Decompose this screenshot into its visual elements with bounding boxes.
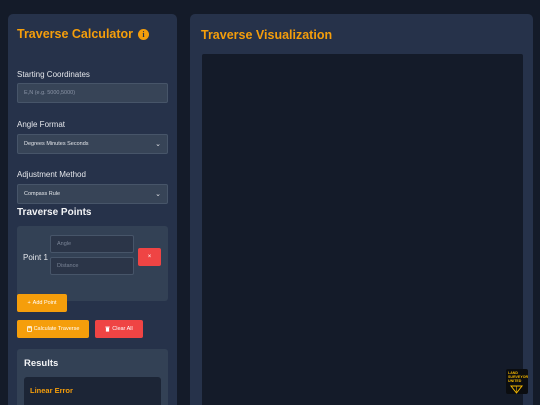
calculator-title: Traverse Calculator i (17, 27, 168, 42)
calculator-title-text: Traverse Calculator (17, 27, 134, 41)
clear-all-label: Clear All (112, 326, 133, 332)
calculate-traverse-button[interactable]: Calculate Traverse (17, 320, 89, 338)
linear-error-heading: Linear Error (30, 386, 73, 395)
angle-format-value: Degrees Minutes Seconds (24, 141, 89, 147)
adjustment-method-select[interactable]: Compass Rule ⌄ (17, 184, 168, 204)
point-label: Point 1 (23, 253, 48, 262)
add-point-button[interactable]: + Add Point (17, 294, 67, 312)
chevron-down-icon: ⌄ (155, 141, 161, 148)
angle-format-label: Angle Format (17, 120, 66, 129)
results-card: Results Linear Error (17, 349, 168, 405)
angle-format-select[interactable]: Degrees Minutes Seconds ⌄ (17, 134, 168, 154)
remove-point-button[interactable]: × (138, 248, 161, 266)
results-heading: Results (24, 358, 59, 369)
add-point-label: Add Point (32, 300, 57, 306)
chevron-down-icon: ⌄ (155, 191, 161, 198)
adjustment-method-value: Compass Rule (24, 191, 61, 197)
surveyor-mark-icon (509, 385, 524, 394)
distance-input[interactable] (50, 257, 134, 275)
starting-coordinates-input[interactable] (17, 83, 168, 103)
adjustment-method-label: Adjustment Method (17, 170, 86, 179)
traverse-points-heading: Traverse Points (17, 207, 92, 218)
visualization-panel: Traverse Visualization (190, 14, 533, 405)
traverse-canvas[interactable] (202, 54, 523, 405)
clear-all-button[interactable]: Clear All (95, 320, 143, 338)
trash-icon (105, 326, 110, 332)
point-row: Point 1 × (17, 226, 168, 301)
info-icon[interactable]: i (138, 29, 150, 40)
linear-error-card: Linear Error (24, 377, 161, 405)
plus-icon: + (27, 300, 31, 306)
land-surveyors-united-logo[interactable]: LAND SURVEYORS UNITED (506, 369, 528, 394)
calculate-traverse-label: Calculate Traverse (33, 326, 80, 332)
calculator-icon (26, 326, 32, 332)
starting-coordinates-label: Starting Coordinates (17, 70, 90, 79)
visualization-title: Traverse Visualization (201, 28, 333, 42)
angle-input[interactable] (50, 235, 134, 253)
calculator-panel: Traverse Calculator i Starting Coordinat… (8, 14, 177, 405)
